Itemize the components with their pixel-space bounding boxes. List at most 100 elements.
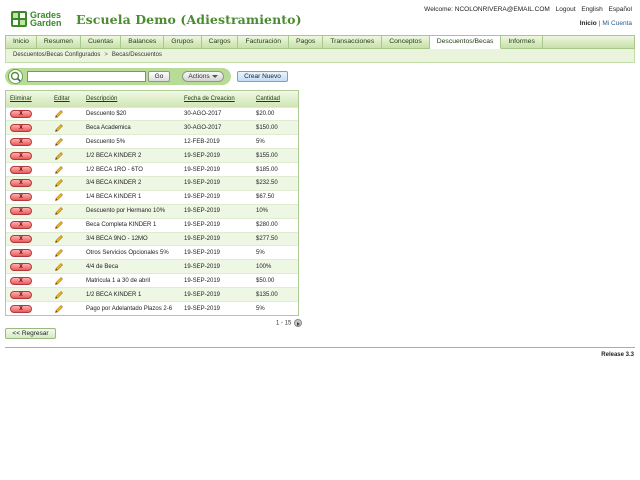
logout-link[interactable]: Logout: [556, 6, 576, 13]
cantidad-cell: $150.00: [252, 120, 298, 135]
pencil-icon[interactable]: [54, 220, 64, 230]
delete-button[interactable]: X: [10, 207, 32, 216]
pencil-icon[interactable]: [54, 290, 64, 300]
refresh-search-icon[interactable]: [8, 69, 23, 84]
tab-cargos[interactable]: Cargos: [202, 36, 239, 48]
descripcion-cell: 1/2 BECA KINDER 2: [82, 148, 180, 163]
edit-cell: [50, 175, 82, 191]
pencil-icon[interactable]: [54, 262, 64, 272]
delete-button[interactable]: X: [10, 248, 32, 257]
tab-pagos[interactable]: Pagos: [289, 36, 324, 48]
fecha-cell: 19-SEP-2019: [180, 273, 252, 288]
fecha-cell: 30-AGO-2017: [180, 120, 252, 135]
descripcion-cell: Beca Academica: [82, 120, 180, 135]
cantidad-cell: 10%: [252, 203, 298, 219]
delete-button[interactable]: X: [10, 234, 32, 243]
descripcion-cell: Matricula 1 a 30 de abril: [82, 273, 180, 288]
delete-button[interactable]: X: [10, 151, 32, 160]
pencil-icon[interactable]: [54, 248, 64, 258]
tab-conceptos[interactable]: Conceptos: [382, 36, 430, 48]
delete-button[interactable]: X: [10, 137, 32, 146]
pencil-icon[interactable]: [54, 234, 64, 244]
crear-nuevo-button[interactable]: Crear Nuevo: [237, 71, 288, 82]
edit-cell: [50, 231, 82, 246]
fecha-cell: 19-SEP-2019: [180, 245, 252, 260]
breadcrumb-separator: >: [104, 52, 108, 58]
tab-grupos[interactable]: Grupos: [164, 36, 202, 48]
fecha-cell: 19-SEP-2019: [180, 300, 252, 316]
column-editar[interactable]: Editar: [50, 91, 82, 107]
tab-cuentas[interactable]: Cuentas: [81, 36, 122, 48]
edit-cell: [50, 245, 82, 260]
tab-resumen[interactable]: Resumen: [37, 36, 81, 48]
tab-inicio[interactable]: Inicio: [6, 36, 37, 48]
delete-cell: X: [6, 189, 50, 205]
tab-balances[interactable]: Balances: [121, 36, 165, 48]
pencil-icon[interactable]: [54, 178, 64, 188]
fecha-cell: 19-SEP-2019: [180, 148, 252, 163]
go-button[interactable]: Go: [148, 71, 170, 82]
cantidad-cell: 5%: [252, 134, 298, 149]
column-cantidad[interactable]: Cantidad: [252, 91, 298, 107]
mi-cuenta-link[interactable]: Mi Cuenta: [602, 20, 632, 27]
cantidad-cell: 5%: [252, 245, 298, 260]
table-row: X Pago por Adelantado Plazos 2-6 19-SEP-20…: [6, 300, 298, 316]
cantidad-cell: $277.50: [252, 231, 298, 246]
pencil-icon[interactable]: [54, 137, 64, 147]
pencil-icon[interactable]: [54, 192, 64, 202]
tab-transacciones[interactable]: Transacciones: [323, 36, 383, 48]
top-links: Welcome: NCOLONRIVERA@EMAIL.COM Logout E…: [420, 6, 632, 13]
pencil-icon[interactable]: [54, 304, 64, 314]
delete-cell: X: [6, 162, 50, 177]
pencil-icon[interactable]: [54, 206, 64, 216]
descripcion-cell: Beca Completa KINDER 1: [82, 217, 180, 233]
pencil-icon[interactable]: [54, 165, 64, 175]
tab-descuentos-becas[interactable]: Descuentos/Becas: [429, 36, 502, 49]
delete-button[interactable]: X: [10, 221, 32, 230]
separator: |: [598, 20, 601, 27]
delete-button[interactable]: X: [10, 262, 32, 271]
english-link[interactable]: English: [581, 6, 602, 13]
delete-button[interactable]: X: [10, 179, 32, 188]
app-logo[interactable]: Grades Garden: [10, 9, 68, 29]
school-name: Escuela Demo (Adiestramiento): [76, 12, 302, 27]
descripcion-cell: Descuento $20: [82, 106, 180, 121]
column-descripcion[interactable]: Descripción: [82, 91, 180, 107]
table-row: X Descuento 5% 12-FEB-2019 5%: [6, 134, 298, 149]
pencil-icon[interactable]: [54, 276, 64, 286]
pencil-icon[interactable]: [54, 109, 64, 119]
column-fecha[interactable]: Fecha de Creacion: [180, 91, 252, 107]
delete-button[interactable]: X: [10, 304, 32, 313]
actions-dropdown[interactable]: Actions: [182, 71, 224, 82]
footer-divider: [5, 347, 635, 348]
fecha-cell: 19-SEP-2019: [180, 231, 252, 246]
regresar-button[interactable]: << Regresar: [5, 328, 56, 339]
tab-facturaci-n[interactable]: Facturación: [238, 36, 289, 48]
edit-cell: [50, 287, 82, 302]
table-row: X 1/2 BECA 1RO - 6TO 19-SEP-2019 $185.00: [6, 162, 298, 177]
delete-button[interactable]: X: [10, 123, 32, 132]
pager: 1 - 15: [276, 319, 303, 327]
delete-button[interactable]: X: [10, 290, 32, 299]
edit-cell: [50, 134, 82, 149]
pencil-icon[interactable]: [54, 151, 64, 161]
delete-button[interactable]: X: [10, 276, 32, 285]
delete-button[interactable]: X: [10, 165, 32, 174]
table-row: X 4/4 de Beca 19-SEP-2019 100%: [6, 259, 298, 274]
column-eliminar[interactable]: Eliminar: [6, 91, 50, 107]
table-row: X 1/2 BECA KINDER 2 19-SEP-2019 $155.00: [6, 148, 298, 163]
tab-informes[interactable]: Informes: [501, 36, 543, 48]
breadcrumb-item-configurados[interactable]: Descuentos/Becas Configurados: [13, 52, 100, 58]
delete-button[interactable]: X: [10, 193, 32, 202]
pencil-icon[interactable]: [54, 123, 64, 133]
inicio-link[interactable]: Inicio: [580, 20, 597, 27]
table-row: X Descuento $20 30-AGO-2017 $20.00: [6, 106, 298, 121]
descripcion-cell: 4/4 de Beca: [82, 259, 180, 274]
espanol-link[interactable]: Español: [609, 6, 633, 13]
delete-button[interactable]: X: [10, 109, 32, 118]
breadcrumb-item-becas[interactable]: Becas/Descuentos: [112, 52, 162, 58]
search-input[interactable]: [27, 71, 146, 82]
delete-cell: X: [6, 175, 50, 191]
edit-cell: [50, 189, 82, 205]
next-page-icon[interactable]: [294, 319, 303, 327]
